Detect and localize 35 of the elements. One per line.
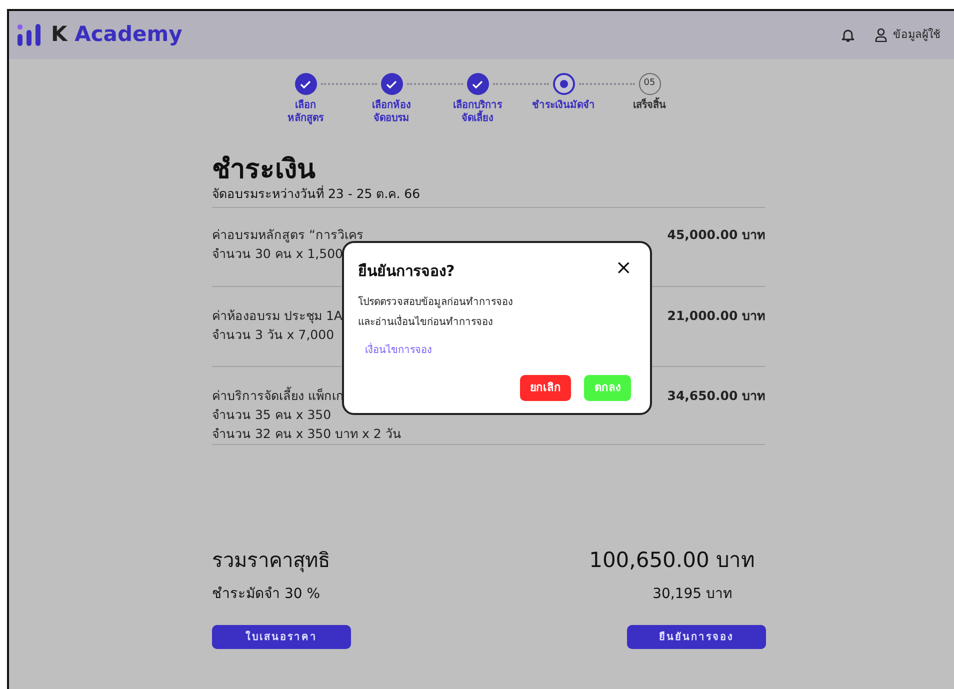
quote-button[interactable]: ใบเสนอราคา	[212, 625, 351, 650]
page-title: ชำระเงิน	[212, 155, 316, 185]
logo-icon	[17, 24, 43, 46]
user-icon[interactable]	[875, 28, 887, 42]
total-label: รวมราคาสุทธิ	[212, 547, 330, 574]
deposit-label: ชำระมัดจำ 30 %	[212, 585, 320, 604]
bell-icon[interactable]	[841, 28, 855, 42]
confirm-booking-button[interactable]: ยืนยันการจอง	[627, 625, 766, 650]
modal-message: และอ่านเงื่อนไขก่อนทำการจอง	[358, 314, 494, 330]
logo-text[interactable]: K Academy	[51, 19, 182, 51]
deposit-value: 30,195 บาท	[652, 585, 732, 604]
item-price: 21,000.00 บาท	[667, 306, 765, 325]
item-description: ค่าห้องอบรม ประชุม 1A	[212, 306, 342, 326]
step-label: เลือก หลักสูตร	[288, 99, 324, 125]
step-label: เลือกห้อง จัดอบรม	[372, 99, 411, 125]
step-label: เลือกบริการ จัดเลี้ยง	[453, 99, 502, 125]
item-description: จำนวน 30 คน x 1,500	[212, 245, 344, 264]
terms-link[interactable]: เงื่อนไขการจอง	[365, 342, 432, 358]
item-description: จำนวน 3 วัน x 7,000	[212, 326, 336, 344]
user-link[interactable]: ข้อมูลผู้ใช้	[893, 26, 940, 44]
step-label: ชำระเงินมัดจำ	[532, 99, 595, 112]
total-value: 100,650.00 บาท	[589, 546, 755, 574]
item-price: 45,000.00 บาท	[667, 226, 765, 244]
item-description: ค่าอบรมหลักสูตร “การวิเคร	[212, 226, 364, 244]
step-indicator: 05	[638, 73, 660, 95]
item-description: จำนวน 35 คน x 350	[212, 406, 332, 424]
cancel-button[interactable]: ยกเลิก	[520, 375, 571, 401]
close-button[interactable]: ×	[615, 257, 632, 277]
item-price: 34,650.00 บาท	[667, 387, 765, 406]
date-range: จัดอบรมระหว่างวันที่ 23 - 25 ต.ค. 66	[212, 184, 422, 203]
item-description: จำนวน 32 คน x 350 บาท x 2 วัน	[212, 424, 402, 443]
modal-title: ยืนยันการจอง?	[358, 261, 455, 282]
step-label: เสร็จสิ้น	[633, 99, 666, 112]
item-description: ค่าบริการจัดเลี้ยง แพ็กเก	[212, 387, 345, 406]
modal-message: โปรดตรวจสอบข้อมูลก่อนทำการจอง	[358, 295, 514, 310]
